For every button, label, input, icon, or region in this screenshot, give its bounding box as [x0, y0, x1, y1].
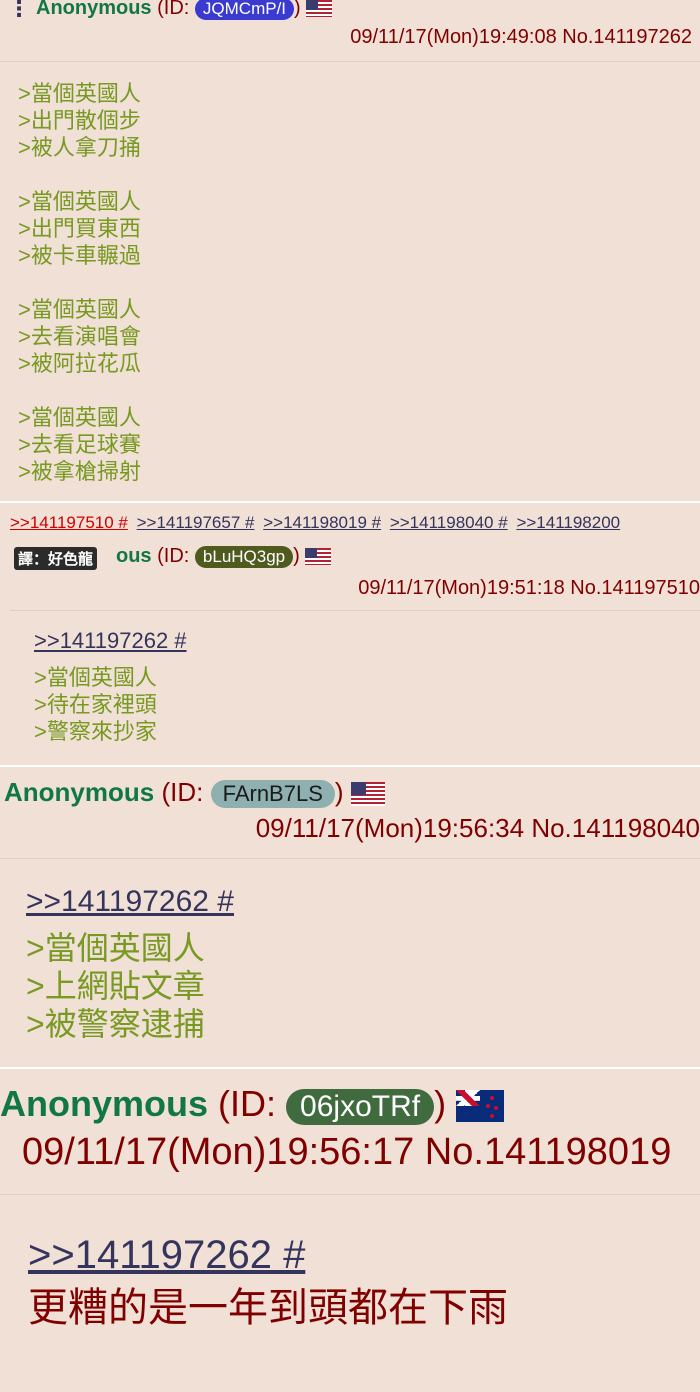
us-flag-icon [305, 548, 332, 566]
greentext-line: >當個英國人 [18, 297, 141, 322]
poster-id-label: (ID: FArnB7LS) [161, 777, 344, 808]
greentext-line: >被拿槍掃射 [18, 459, 141, 484]
greentext-line: >被警察逮捕 [26, 1006, 205, 1042]
greentext-line: >出門買東西 [18, 216, 141, 241]
post-date-number[interactable]: 09/11/17(Mon)19:56:17 No.141198019 [22, 1131, 671, 1174]
backlink[interactable]: >>141198200 [516, 513, 620, 532]
post-141198040: Anonymous (ID: FArnB7LS) 09/11/17(Mon)19… [0, 767, 700, 1067]
post-body: >>141197262 # >當個英國人 >上網貼文章 >被警察逮捕 [0, 859, 700, 1043]
backlink[interactable]: >>141198019 # [263, 513, 381, 532]
backlinks: >>141197510 # >>141197657 # >>141198019 … [10, 513, 624, 533]
greentext-line: >被卡車輾過 [18, 243, 141, 268]
nz-flag-icon [456, 1090, 505, 1123]
post-body: >當個英國人 >出門散個步 >被人拿刀捅 >當個英國人 >出門買東西 >被卡車輾… [0, 62, 700, 485]
post-141198019: Anonymous (ID: 06jxoTRf) 09/11/17(Mon)19… [0, 1069, 700, 1392]
greentext-line: >警察來抄家 [34, 719, 157, 744]
quote-link[interactable]: >>141197262 # [26, 883, 700, 921]
poster-id-label: (ID: bLuHQ3gp) [157, 545, 300, 568]
poster-name: Anonymous [4, 777, 155, 807]
backlink[interactable]: >>141197510 # [10, 513, 128, 532]
post-body: >>141197262 # 更糟的是一年到頭都在下雨 [0, 1195, 700, 1333]
quote-link[interactable]: >>141197262 # [28, 1231, 700, 1279]
post-body: >>141197262 # >當個英國人 >待在家裡頭 >警察來抄家 [34, 627, 187, 745]
poster-id[interactable]: FArnB7LS [210, 780, 335, 808]
greentext-line: >當個英國人 [18, 81, 141, 106]
poster-name: ous [116, 545, 152, 567]
post-date-number[interactable]: 09/11/17(Mon)19:49:08 No.141197262 [350, 26, 692, 49]
us-flag-icon [306, 0, 333, 18]
greentext-line: >當個英國人 [26, 930, 205, 966]
poster-id[interactable]: bLuHQ3gp [194, 546, 294, 568]
post-date-number[interactable]: 09/11/17(Mon)19:56:34 No.141198040 [256, 813, 700, 844]
greentext-line: >待在家裡頭 [34, 692, 157, 717]
poster-id-label: (ID: JQMCmP/I) [157, 0, 301, 20]
greentext-line: >去看足球賽 [18, 432, 141, 457]
greentext-line: >當個英國人 [18, 189, 141, 214]
post-141197510: >>141197510 # >>141197657 # >>141198019 … [0, 503, 700, 765]
greentext-line: >被阿拉花瓜 [18, 351, 141, 376]
greentext-line: >上網貼文章 [26, 968, 205, 1004]
post-header: Anonymous (ID: 06jxoTRf) 09/11/17(Mon)19… [0, 1069, 700, 1195]
post-date-number[interactable]: 09/11/17(Mon)19:51:18 No.141197510 [358, 577, 700, 600]
poster-id-label: (ID: 06jxoTRf) [218, 1083, 447, 1125]
post-141197262: ⋮ Anonymous (ID: JQMCmP/I) 09/11/17(Mon)… [0, 0, 700, 502]
post-header: ⋮ Anonymous (ID: JQMCmP/I) 09/11/17(Mon)… [0, 0, 700, 62]
backlink[interactable]: >>141198040 # [390, 513, 508, 532]
quote-link[interactable]: >>141197262 # [34, 627, 187, 654]
us-flag-icon [350, 782, 385, 807]
greentext-line: >當個英國人 [34, 665, 157, 690]
greentext-line: >被人拿刀捅 [18, 135, 141, 160]
translator-badge: 譯：好色龍 [14, 547, 98, 570]
greentext-line: >當個英國人 [18, 405, 141, 430]
poster-name: Anonymous [0, 1083, 209, 1124]
poster-id[interactable]: 06jxoTRf [286, 1089, 435, 1125]
backlink[interactable]: >>141197657 # [137, 513, 255, 532]
post-menu-icon[interactable]: ⋮ [8, 0, 30, 22]
reply-text: 更糟的是一年到頭都在下雨 [28, 1286, 508, 1330]
greentext-line: >去看演唱會 [18, 324, 141, 349]
poster-id[interactable]: JQMCmP/I [194, 0, 295, 20]
poster-name: Anonymous [36, 0, 152, 19]
post-header: Anonymous (ID: FArnB7LS) 09/11/17(Mon)19… [0, 767, 700, 859]
post-header: ous (ID: bLuHQ3gp) 譯：好色龍 09/11/17(Mon)19… [10, 539, 700, 611]
greentext-line: >出門散個步 [18, 108, 141, 133]
